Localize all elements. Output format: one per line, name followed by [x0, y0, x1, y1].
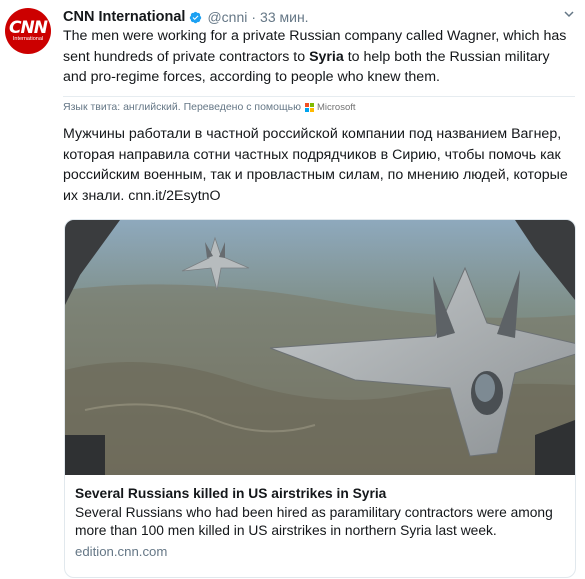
- translation-note: Язык твита: английский. Переведено с пом…: [63, 101, 301, 113]
- chevron-down-icon[interactable]: [563, 8, 575, 20]
- card-title: Several Russians killed in US airstrikes…: [75, 486, 387, 501]
- divider: [63, 96, 575, 97]
- card-body: Several Russians killed in US airstrikes…: [65, 475, 575, 559]
- card-domain: edition.cnn.com: [75, 544, 168, 559]
- microsoft-logo-icon: [304, 102, 314, 112]
- card-description: Several Russians who had been hired as p…: [75, 505, 553, 538]
- link-card[interactable]: Several Russians killed in US airstrikes…: [64, 219, 576, 578]
- account-name[interactable]: CNN International: [63, 9, 185, 25]
- translated-text: Мужчины работали в частной российской ко…: [63, 124, 578, 206]
- tweet-text: The men were working for a private Russi…: [63, 26, 575, 88]
- verified-badge-icon: [190, 11, 202, 23]
- tweet-header: CNN International @cnni · 33 мин.: [63, 8, 309, 26]
- hashtag-syria[interactable]: Syria: [309, 49, 344, 65]
- avatar-logo-text: CNN: [9, 17, 48, 38]
- avatar-sub-text: International: [12, 35, 44, 42]
- translation-provider[interactable]: Microsoft: [317, 102, 356, 113]
- tweet-timestamp[interactable]: 33 мин.: [260, 9, 309, 25]
- translated-link[interactable]: cnn.it/2EsytnO: [128, 188, 220, 204]
- translation-attribution: Язык твита: английский. Переведено с пом…: [63, 101, 356, 113]
- account-handle[interactable]: @cnni: [207, 9, 247, 25]
- card-image[interactable]: [65, 220, 575, 475]
- header-separator: ·: [251, 9, 257, 25]
- avatar[interactable]: CNN International: [5, 8, 51, 54]
